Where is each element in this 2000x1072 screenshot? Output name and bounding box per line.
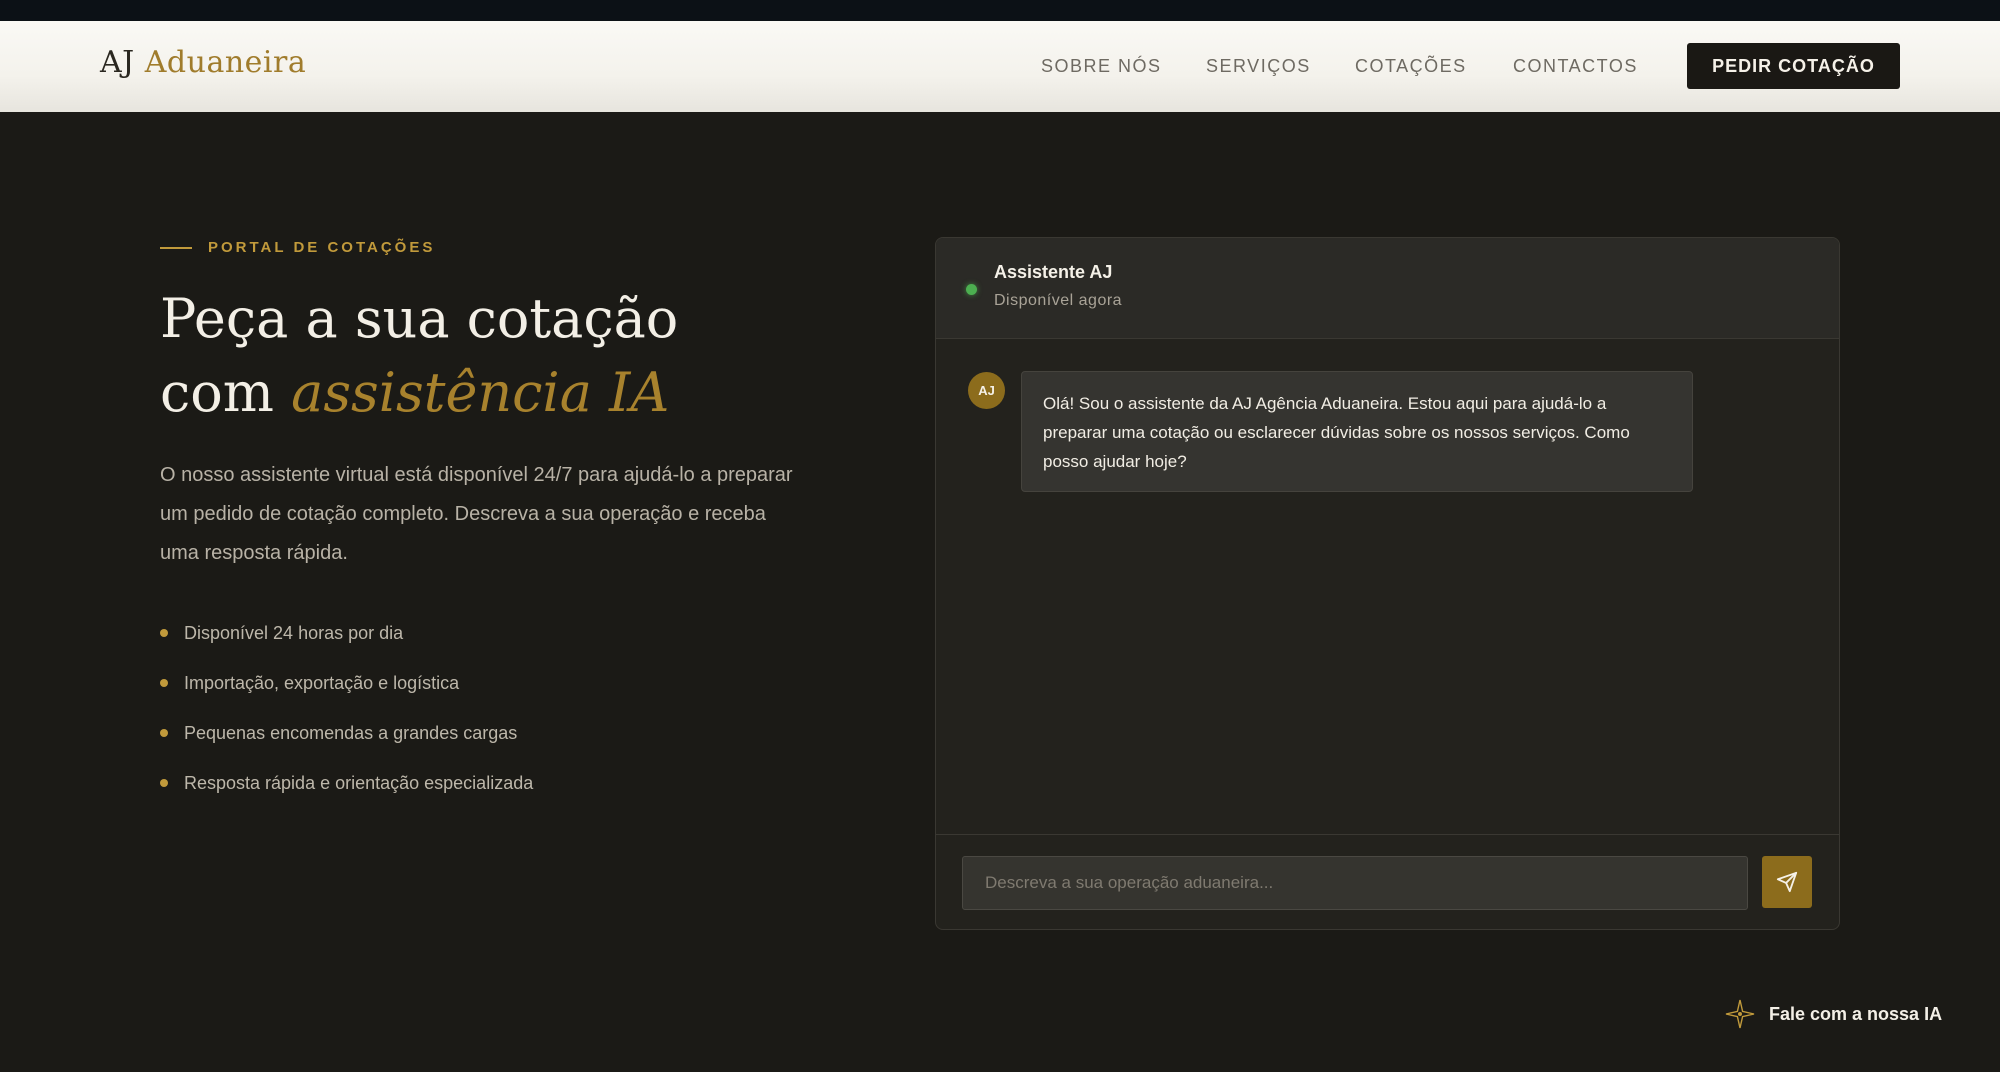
nav-link-quotes[interactable]: COTAÇÕES — [1355, 54, 1467, 78]
headline-line-1: Peça a sua cotação — [160, 287, 679, 350]
feature-list: Disponível 24 horas por dia Importação, … — [160, 618, 533, 818]
online-status-icon — [966, 284, 977, 295]
bullet-icon — [160, 629, 168, 637]
list-item: Importação, exportação e logística — [160, 668, 533, 698]
bullet-icon — [160, 729, 168, 737]
headline-line-2-accent: assistência IA — [291, 361, 670, 424]
nav-link-about[interactable]: SOBRE NÓS — [1041, 54, 1162, 78]
ai-chat-launcher-label: Fale com a nossa IA — [1769, 1003, 1943, 1024]
assistant-name: Assistente AJ — [994, 262, 1113, 282]
feature-text: Disponível 24 horas por dia — [184, 622, 404, 643]
top-strip — [0, 0, 2000, 21]
headline-line-2-prefix: com — [160, 361, 274, 424]
list-item: Resposta rápida e orientação especializa… — [160, 768, 533, 798]
feature-text: Resposta rápida e orientação especializa… — [184, 772, 534, 793]
send-icon — [1776, 871, 1798, 893]
chat-message: Olá! Sou o assistente da AJ Agência Adua… — [1021, 371, 1693, 492]
chat-composer — [936, 834, 1839, 929]
ai-chat-launcher[interactable]: Fale com a nossa IA — [1725, 999, 1942, 1029]
list-item: Disponível 24 horas por dia — [160, 618, 533, 648]
hero-description: O nosso assistente virtual está disponív… — [160, 464, 793, 564]
eyebrow-text: PORTAL DE COTAÇÕES — [208, 239, 436, 256]
feature-text: Importação, exportação e logística — [184, 672, 460, 693]
bullet-icon — [160, 679, 168, 687]
logo-accent: Aduaneira — [144, 45, 307, 80]
site-header: AJ Aduaneira SOBRE NÓS SERVIÇOS COTAÇÕES… — [0, 21, 2000, 112]
logo[interactable]: AJ Aduaneira — [100, 41, 306, 85]
eyebrow-line — [160, 246, 192, 249]
chat-panel: Assistente AJ Disponível agora AJ Olá! S… — [935, 237, 1840, 930]
avatar: AJ — [968, 372, 1005, 409]
feature-text: Pequenas encomendas a grandes cargas — [184, 722, 518, 743]
chat-input[interactable] — [962, 856, 1748, 910]
bullet-icon — [160, 779, 168, 787]
chat-header: Assistente AJ Disponível agora — [936, 238, 1839, 339]
list-item: Pequenas encomendas a grandes cargas — [160, 718, 533, 748]
page-title: Peça a sua cotação com assistência IA — [160, 282, 880, 430]
assistant-status: Disponível agora — [994, 292, 1123, 309]
eyebrow: PORTAL DE COTAÇÕES — [160, 239, 435, 256]
request-quote-button[interactable]: PEDIR COTAÇÃO — [1687, 43, 1900, 89]
sparkle-icon — [1725, 999, 1755, 1029]
nav-link-contacts[interactable]: CONTACTOS — [1513, 54, 1638, 78]
send-button[interactable] — [1762, 856, 1812, 908]
logo-prefix: AJ — [100, 45, 135, 80]
nav-link-services[interactable]: SERVIÇOS — [1206, 54, 1311, 78]
